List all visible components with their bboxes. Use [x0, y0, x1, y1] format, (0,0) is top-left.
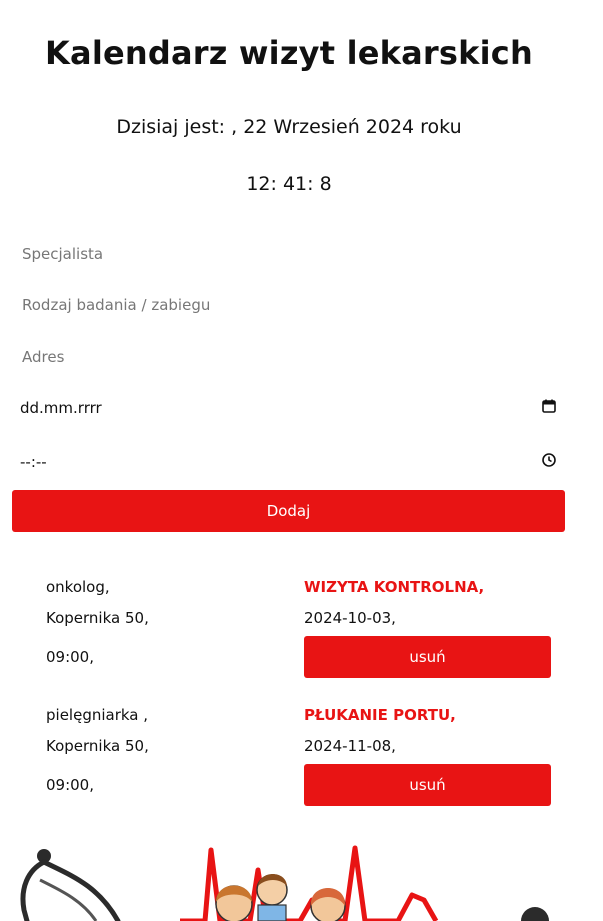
appointment-specialist: onkolog, [46, 578, 110, 596]
appointment-item: onkolog, WIZYTA KONTROLNA, Kopernika 50,… [0, 576, 603, 696]
procedure-field[interactable] [12, 283, 565, 327]
specialist-input[interactable] [20, 244, 557, 264]
address-input[interactable] [20, 347, 557, 367]
appointment-address: Kopernika 50, [46, 737, 149, 755]
today-date: Dzisiaj jest: , 22 Wrzesień 2024 roku [116, 116, 462, 138]
appointment-date: 2024-10-03, [304, 609, 396, 627]
stethoscope-chestpiece-icon [521, 907, 549, 921]
procedure-input[interactable] [20, 295, 557, 315]
address-field[interactable] [12, 335, 565, 379]
date-field[interactable]: dd.mm.rrrr [12, 386, 565, 430]
time-field[interactable]: --:-- [12, 440, 565, 484]
delete-button[interactable]: usuń [304, 764, 551, 806]
page-title: Kalendarz wizyt lekarskich [45, 34, 533, 72]
appointment-date: 2024-11-08, [304, 737, 396, 755]
stethoscope-icon [20, 849, 121, 921]
appointment-address: Kopernika 50, [46, 609, 149, 627]
date-value: dd.mm.rrrr [20, 399, 102, 417]
specialist-field[interactable] [12, 232, 565, 276]
delete-button[interactable]: usuń [304, 636, 551, 678]
clock: 12: 41: 8 [246, 173, 332, 195]
appointment-item: pielęgniarka , PŁUKANIE PORTU, Kopernika… [0, 704, 603, 824]
calendar-icon[interactable] [541, 398, 557, 418]
add-button[interactable]: Dodaj [12, 490, 565, 532]
appointment-procedure: PŁUKANIE PORTU, [304, 706, 456, 724]
clock-icon[interactable] [541, 452, 557, 472]
medical-decoration-illustration [20, 845, 549, 921]
appointment-procedure: WIZYTA KONTROLNA, [304, 578, 485, 596]
appointment-time: 09:00, [46, 648, 94, 666]
appointment-time: 09:00, [46, 776, 94, 794]
appointment-specialist: pielęgniarka , [46, 706, 149, 724]
doctor-kids-illustration [215, 874, 346, 921]
time-value: --:-- [20, 453, 47, 471]
